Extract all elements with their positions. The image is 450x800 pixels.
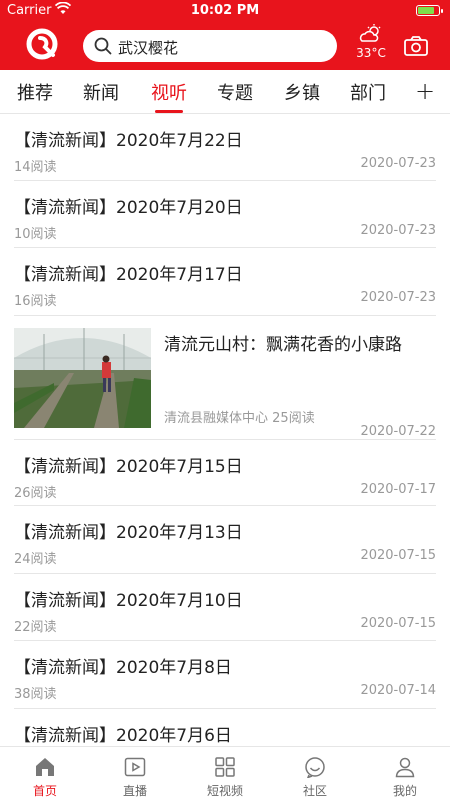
news-title: 【清流新闻】2020年7月10日 — [14, 591, 243, 611]
nav-label: 直播 — [122, 784, 147, 798]
news-title: 【清流新闻】2020年7月20日 — [14, 198, 243, 218]
clock: 10:02 PM — [190, 3, 260, 18]
list-item[interactable]: 【清流新闻】2020年7月10日 22阅读 2020-07-15 — [14, 574, 436, 641]
short-video-icon — [214, 756, 236, 778]
nav-label: 短视频 — [206, 784, 243, 798]
list-item[interactable]: 【清流新闻】2020年7月17日 16阅读 2020-07-23 — [14, 248, 436, 316]
nav-label: 社区 — [302, 784, 327, 798]
read-count: 26阅读 — [14, 486, 57, 501]
community-icon — [304, 756, 326, 779]
battery-icon — [416, 5, 443, 16]
app-logo[interactable] — [26, 28, 62, 60]
publish-date: 2020-07-17 — [360, 482, 436, 497]
nav-community[interactable]: 社区 — [270, 747, 360, 800]
read-count: 38阅读 — [14, 687, 57, 702]
active-tab-indicator — [155, 110, 183, 113]
publish-date: 2020-07-22 — [360, 424, 436, 439]
weather-widget[interactable]: 33°C — [352, 24, 390, 64]
tab-audio-video[interactable]: 视听 — [151, 79, 187, 105]
read-count: 16阅读 — [14, 294, 57, 309]
news-title: 【清流新闻】2020年7月6日 — [14, 726, 232, 746]
nav-profile[interactable]: 我的 — [360, 747, 450, 800]
status-bar: Carrier 10:02 PM — [0, 0, 450, 22]
nav-live[interactable]: 直播 — [90, 747, 180, 800]
nav-label: 我的 — [392, 784, 417, 798]
nav-label: 首页 — [32, 784, 57, 798]
publish-date: 2020-07-23 — [360, 290, 436, 305]
app-header: Carrier 10:02 PM 武汉樱花 33°C — [0, 0, 450, 70]
read-count: 14阅读 — [14, 160, 57, 175]
featured-article[interactable]: 清流元山村：飘满花香的小康路 清流县融媒体中心 25阅读 2020-07-22 — [14, 316, 436, 440]
bottom-navigation: 首页 直播 短视频 社区 我的 — [0, 746, 450, 800]
list-item[interactable]: 【清流新闻】2020年7月20日 10阅读 2020-07-23 — [14, 181, 436, 248]
list-item[interactable]: 【清流新闻】2020年7月22日 14阅读 2020-07-23 — [14, 114, 436, 181]
tab-topics[interactable]: 专题 — [217, 79, 253, 105]
temperature-label: 33°C — [356, 46, 386, 60]
news-title: 【清流新闻】2020年7月15日 — [14, 457, 243, 477]
read-count: 24阅读 — [14, 552, 57, 567]
list-item[interactable]: 【清流新闻】2020年7月8日 38阅读 2020-07-14 — [14, 641, 436, 709]
nav-short-video[interactable]: 短视频 — [180, 747, 270, 800]
news-list: 【清流新闻】2020年7月22日 14阅读 2020-07-23 【清流新闻】2… — [0, 114, 450, 746]
tab-departments[interactable]: 部门 — [350, 79, 386, 105]
featured-source: 清流县融媒体中心 25阅读 — [164, 407, 315, 426]
read-count: 22阅读 — [14, 620, 57, 635]
article-thumbnail — [14, 328, 151, 428]
publish-date: 2020-07-15 — [360, 548, 436, 563]
camera-icon[interactable] — [404, 36, 428, 60]
news-title: 【清流新闻】2020年7月22日 — [14, 131, 243, 151]
search-icon — [94, 37, 112, 59]
publish-date: 2020-07-23 — [360, 156, 436, 171]
publish-date: 2020-07-14 — [360, 683, 436, 698]
publish-date: 2020-07-23 — [360, 223, 436, 238]
add-tab-button[interactable]: + — [415, 77, 435, 105]
news-title: 【清流新闻】2020年7月8日 — [14, 658, 232, 678]
news-title: 【清流新闻】2020年7月13日 — [14, 523, 243, 543]
tab-news[interactable]: 新闻 — [83, 79, 119, 105]
list-item[interactable]: 【清流新闻】2020年7月6日 — [14, 709, 436, 746]
live-icon — [124, 756, 146, 778]
publish-date: 2020-07-15 — [360, 616, 436, 631]
weather-cloud-sun-icon — [359, 24, 381, 42]
category-tabs: 推荐 新闻 视听 专题 乡镇 部门 + — [0, 70, 450, 114]
nav-home[interactable]: 首页 — [0, 747, 90, 800]
news-title: 【清流新闻】2020年7月17日 — [14, 265, 243, 285]
search-bar[interactable]: 武汉樱花 — [83, 30, 337, 62]
profile-icon — [394, 756, 416, 778]
tab-towns[interactable]: 乡镇 — [284, 79, 320, 105]
search-input[interactable]: 武汉樱花 — [118, 37, 178, 58]
source-name: 清流县融媒体中心 — [164, 411, 269, 426]
featured-title: 清流元山村：飘满花香的小康路 — [164, 335, 402, 355]
read-count: 10阅读 — [14, 227, 57, 242]
list-item[interactable]: 【清流新闻】2020年7月13日 24阅读 2020-07-15 — [14, 506, 436, 574]
list-item[interactable]: 【清流新闻】2020年7月15日 26阅读 2020-07-17 — [14, 440, 436, 506]
home-icon — [34, 756, 56, 778]
tab-recommend[interactable]: 推荐 — [17, 79, 53, 105]
read-count: 25阅读 — [272, 411, 315, 426]
